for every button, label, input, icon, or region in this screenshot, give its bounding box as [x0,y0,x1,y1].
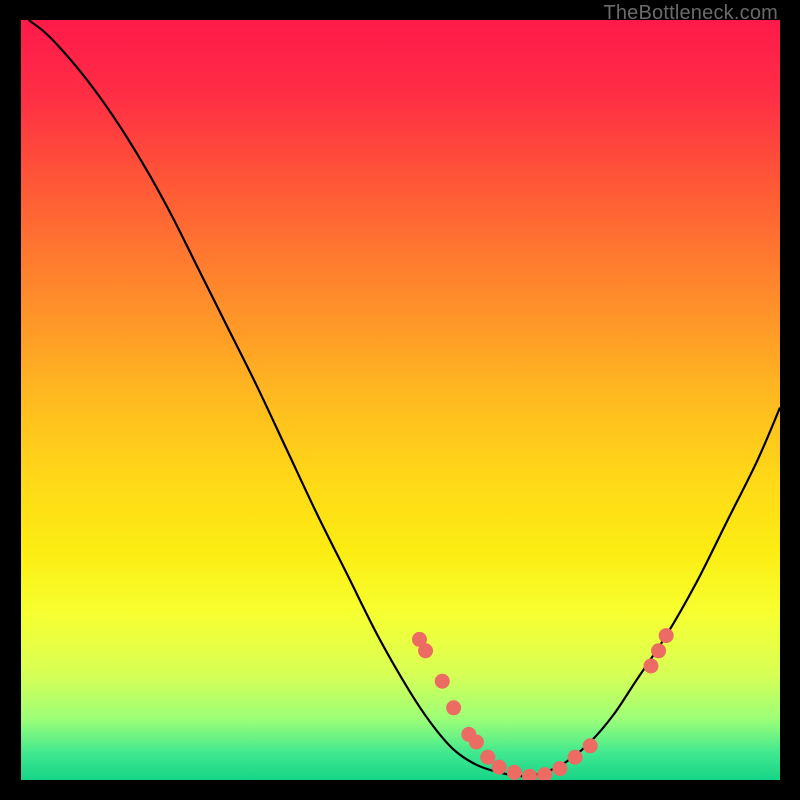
data-point [469,735,484,750]
data-point [446,700,461,715]
data-point [568,750,583,765]
chart-background [21,20,780,780]
data-point [492,760,507,775]
data-point [651,643,666,658]
data-point [643,659,658,674]
bottleneck-chart [21,20,780,780]
data-point [480,750,495,765]
data-point [583,738,598,753]
chart-frame [21,20,780,780]
watermark-text: TheBottleneck.com [603,2,778,25]
data-point [507,765,522,780]
data-point [435,674,450,689]
data-point [418,643,433,658]
data-point [552,761,567,776]
data-point [659,628,674,643]
